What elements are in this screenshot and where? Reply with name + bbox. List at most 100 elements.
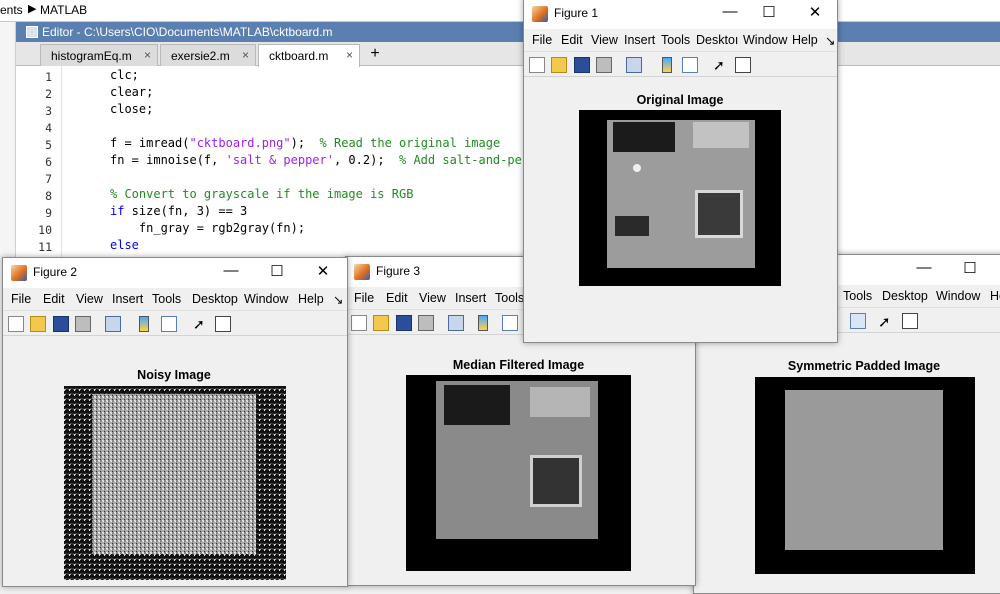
add-tab-button[interactable]: + [362, 45, 388, 65]
figure-menu-bar: File Edit View Insert Tools Desktoı Wind… [524, 29, 837, 51]
print-icon[interactable] [418, 315, 434, 331]
code-line[interactable]: else [110, 238, 139, 252]
menu-window[interactable]: Window [244, 292, 288, 306]
close-icon[interactable]: ✕ [313, 262, 333, 280]
board-component [693, 122, 749, 148]
code-line[interactable]: if size(fn, 3) == 3 [110, 204, 247, 218]
board-component [444, 385, 510, 425]
toolbar-toggle-icon[interactable]: ↘ [825, 33, 835, 48]
board-component [615, 216, 649, 236]
menu-tools[interactable]: Tools [843, 289, 872, 303]
menu-view[interactable]: View [591, 33, 618, 47]
new-figure-icon[interactable] [529, 57, 545, 73]
insert-colorbar-icon[interactable] [139, 316, 149, 332]
menu-desktop[interactable]: Desktoı [696, 33, 738, 47]
maximize-icon[interactable]: ☐ [267, 262, 287, 280]
print-icon[interactable] [75, 316, 91, 332]
close-tab-icon[interactable]: × [144, 48, 151, 62]
code-line[interactable]: % Convert to grayscale if the image is R… [110, 187, 413, 201]
code-text: clc; [110, 68, 139, 82]
board-chip [530, 455, 582, 507]
padded-image [755, 377, 975, 574]
close-icon[interactable]: ✕ [805, 3, 825, 21]
menu-edit[interactable]: Edit [561, 33, 583, 47]
minimize-icon[interactable]: — [720, 3, 740, 20]
menu-tools[interactable]: Tools [661, 33, 690, 47]
code-line[interactable]: close; [110, 102, 153, 116]
menu-help[interactable]: He [990, 289, 1000, 303]
new-figure-icon[interactable] [351, 315, 367, 331]
menu-tools[interactable]: Tools [495, 291, 524, 305]
new-figure-icon[interactable] [8, 316, 24, 332]
property-editor-icon[interactable] [902, 313, 918, 329]
menu-insert[interactable]: Insert [624, 33, 655, 47]
menu-file[interactable]: File [532, 33, 552, 47]
median-filtered-image [406, 375, 631, 571]
save-icon[interactable] [53, 316, 69, 332]
menu-edit[interactable]: Edit [43, 292, 65, 306]
insert-legend-icon[interactable] [502, 315, 518, 331]
menu-tools[interactable]: Tools [152, 292, 181, 306]
menu-edit[interactable]: Edit [386, 291, 408, 305]
code-line[interactable]: clc; [110, 68, 139, 82]
link-plot-icon[interactable] [448, 315, 464, 331]
maximize-icon[interactable]: ☐ [960, 259, 980, 277]
tab-histogrameq[interactable]: histogramEq.m × [40, 44, 158, 66]
maximize-icon[interactable]: ☐ [759, 3, 779, 21]
menu-help[interactable]: Help [298, 292, 324, 306]
editor-title: Editor - C:\Users\CIO\Documents\MATLAB\c… [42, 25, 333, 39]
insert-legend-icon[interactable] [161, 316, 177, 332]
pointer-icon[interactable]: ➚ [193, 316, 209, 332]
figure-title: Figure 3 [376, 264, 421, 278]
minimize-icon[interactable]: — [221, 262, 241, 279]
menu-file[interactable]: File [11, 292, 31, 306]
property-editor-icon[interactable] [215, 316, 231, 332]
code-text: size(fn, 3) == 3 [124, 204, 248, 218]
pointer-icon[interactable]: ➚ [713, 57, 729, 73]
tab-cktboard[interactable]: cktboard.m × [258, 44, 360, 67]
plot-title: Noisy Image [137, 368, 211, 382]
property-editor-icon[interactable] [735, 57, 751, 73]
pointer-icon[interactable]: ➚ [878, 313, 894, 331]
menu-window[interactable]: Window [743, 33, 787, 47]
code-line[interactable]: fn = imnoise(f, 'salt & pepper', 0.2); %… [110, 153, 522, 167]
code-text: f = imread( [110, 136, 190, 150]
figure-canvas: Original Image [524, 78, 837, 342]
link-plot-icon[interactable] [105, 316, 121, 332]
close-tab-icon[interactable]: × [242, 48, 249, 62]
menu-help[interactable]: Help [792, 33, 818, 47]
menu-window[interactable]: Window [936, 289, 980, 303]
menu-view[interactable]: View [419, 291, 446, 305]
menu-desktop[interactable]: Desktop [882, 289, 928, 303]
open-file-icon[interactable] [373, 315, 389, 331]
code-text: close; [110, 102, 154, 116]
code-text: clear; [110, 85, 154, 99]
code-line[interactable]: fn_gray = rgb2gray(fn); [110, 221, 305, 235]
save-icon[interactable] [396, 315, 412, 331]
insert-colorbar-icon[interactable] [662, 57, 672, 73]
menu-view[interactable]: View [76, 292, 103, 306]
breadcrumb-item-matlab[interactable]: MATLAB [40, 3, 87, 17]
line-number: 2 [45, 87, 52, 101]
breadcrumb-item[interactable]: ents [0, 3, 23, 17]
insert-legend-icon[interactable] [682, 57, 698, 73]
tab-exersie2[interactable]: exersie2.m × [160, 44, 256, 66]
menu-desktop[interactable]: Desktop [192, 292, 238, 306]
code-line[interactable]: clear; [110, 85, 153, 99]
open-file-icon[interactable] [551, 57, 567, 73]
figure-canvas: Symmetric Padded Image [694, 334, 1000, 593]
menu-file[interactable]: File [354, 291, 374, 305]
minimize-icon[interactable]: — [914, 259, 934, 276]
menu-insert[interactable]: Insert [112, 292, 143, 306]
editor-icon [26, 26, 38, 38]
print-icon[interactable] [596, 57, 612, 73]
code-line[interactable]: f = imread("cktboard.png"); % Read the o… [110, 136, 500, 150]
close-tab-icon[interactable]: × [346, 48, 353, 62]
open-file-icon[interactable] [30, 316, 46, 332]
link-plot-icon[interactable] [626, 57, 642, 73]
menu-insert[interactable]: Insert [455, 291, 486, 305]
save-icon[interactable] [574, 57, 590, 73]
toolbar-toggle-icon[interactable]: ↘ [333, 292, 343, 307]
insert-colorbar-icon[interactable] [478, 315, 488, 331]
insert-colorbar-icon[interactable] [850, 313, 866, 329]
